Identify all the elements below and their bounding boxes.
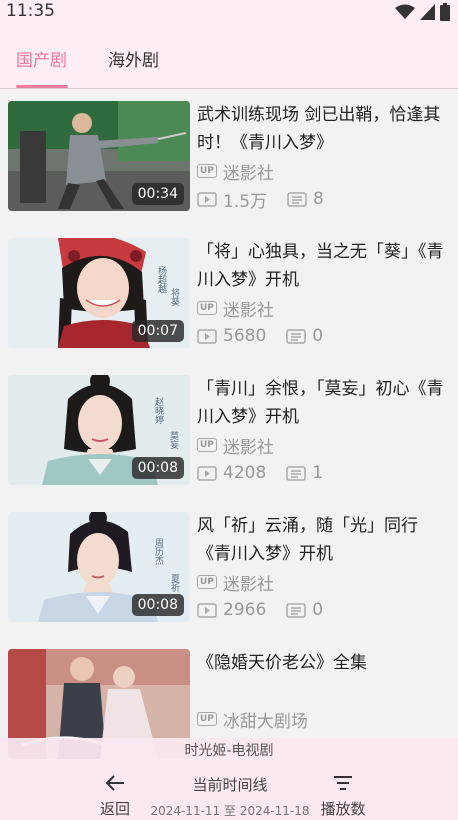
up-badge-icon: UP <box>197 575 217 589</box>
view-count: 1.5万 <box>223 191 268 212</box>
video-title[interactable]: 风「祈」云涌，随「光」同行《青川入梦》开机 <box>197 512 449 568</box>
svg-text:将葵: 将葵 <box>169 288 180 307</box>
stats-row: 5680 0 <box>197 324 323 348</box>
signal-icon <box>420 4 435 20</box>
view-count: 4208 <box>223 463 267 483</box>
uploader-name[interactable]: 迷影社 <box>223 433 274 458</box>
comment-icon <box>287 191 307 207</box>
timeline-label: 当前时间线 <box>192 776 268 794</box>
svg-text:莫妄: 莫妄 <box>168 430 179 450</box>
play-count-icon <box>197 328 217 344</box>
up-badge-icon: UP <box>197 301 217 315</box>
video-card[interactable]: 赵晓婷 莫妄 00:08 「青川」余恨，「莫妄」初心《青川入梦》开机 UP 迷影… <box>0 375 458 487</box>
video-duration: 00:08 <box>131 594 184 616</box>
uploader-row: UP 冰甜大剧场 <box>197 707 308 732</box>
tab-indicator <box>16 85 68 88</box>
sort-filter-icon <box>334 776 352 790</box>
timeline-range: 2024-11-11 至 2024-11-18 <box>150 804 310 818</box>
video-duration: 00:08 <box>131 457 184 479</box>
comment-count: 0 <box>312 326 324 346</box>
comment-count: 1 <box>312 463 324 483</box>
video-card[interactable]: 00:34 武术训练现场 剑已出鞘，恰逢其时！《青川入梦》 UP 迷影社 1.5… <box>0 101 458 213</box>
bottom-title: 时光姬-电视剧 <box>184 743 274 759</box>
video-thumbnail[interactable]: 杨超越 将葵 00:07 <box>8 238 190 348</box>
uploader-row: UP 迷影社 <box>197 570 274 595</box>
up-badge-icon: UP <box>197 164 217 178</box>
status-time: 11:35 <box>6 1 55 21</box>
sort-label: 播放数 <box>320 800 366 818</box>
arrow-left-icon <box>105 775 124 791</box>
svg-text:杨超越: 杨超越 <box>156 265 167 293</box>
wifi-icon <box>395 4 415 19</box>
status-icons <box>395 3 450 21</box>
video-title[interactable]: 「将」心独具，当之无「葵」《青川入梦》开机 <box>197 238 449 294</box>
svg-text:夏祈: 夏祈 <box>169 574 180 593</box>
back-label: 返回 <box>99 800 130 818</box>
video-card[interactable]: 杨超越 将葵 00:07 「将」心独具，当之无「葵」《青川入梦》开机 UP 迷影… <box>0 238 458 350</box>
tab-bar: 国产剧 海外剧 <box>0 26 458 89</box>
up-badge-icon: UP <box>197 438 217 452</box>
tab-domestic[interactable]: 国产剧 <box>16 46 67 71</box>
comment-count: 0 <box>312 600 324 620</box>
svg-text:赵晓婷: 赵晓婷 <box>153 396 164 424</box>
uploader-row: UP 迷影社 <box>197 296 274 321</box>
video-title[interactable]: 《隐婚天价老公》全集 <box>197 649 449 677</box>
stats-row: 4208 1 <box>197 461 323 485</box>
video-card[interactable]: 周历杰 夏祈 00:08 风「祈」云涌，随「光」同行《青川入梦》开机 UP 迷影… <box>0 512 458 624</box>
comment-icon <box>286 465 307 481</box>
back-button[interactable]: 返回 <box>92 774 138 819</box>
stats-row: 2966 0 <box>197 598 323 622</box>
video-duration: 00:07 <box>131 320 184 342</box>
stats-row: 1.5万 8 <box>197 187 324 212</box>
play-count-icon <box>197 465 217 481</box>
uploader-name[interactable]: 冰甜大剧场 <box>223 707 308 732</box>
uploader-name[interactable]: 迷影社 <box>223 159 274 184</box>
up-badge-icon: UP <box>197 712 217 726</box>
tab-overseas[interactable]: 海外剧 <box>108 46 159 71</box>
status-bar: 11:35 <box>0 0 458 26</box>
comment-count: 8 <box>313 189 324 209</box>
play-count-icon <box>197 191 217 207</box>
comment-icon <box>286 328 307 344</box>
battery-icon <box>440 3 450 21</box>
video-thumbnail[interactable]: 周历杰 夏祈 00:08 <box>8 512 190 622</box>
video-duration: 00:34 <box>131 183 184 205</box>
svg-text:周历杰: 周历杰 <box>153 538 164 566</box>
video-thumbnail[interactable]: 赵晓婷 莫妄 00:08 <box>8 375 190 485</box>
play-count-icon <box>197 602 217 618</box>
video-thumbnail[interactable]: 00:34 <box>8 101 190 211</box>
view-count: 5680 <box>223 326 267 346</box>
bottom-bar: 时光姬-电视剧 返回 当前时间线 2024-11-11 至 2024-11-18… <box>0 738 458 820</box>
timeline-selector[interactable]: 当前时间线 2024-11-11 至 2024-11-18 <box>150 774 310 819</box>
view-count: 2966 <box>223 600 267 620</box>
uploader-name[interactable]: 迷影社 <box>223 296 274 321</box>
video-title[interactable]: 「青川」余恨，「莫妄」初心《青川入梦》开机 <box>197 375 449 431</box>
uploader-name[interactable]: 迷影社 <box>223 570 274 595</box>
uploader-row: UP 迷影社 <box>197 159 274 184</box>
uploader-row: UP 迷影社 <box>197 433 274 458</box>
comment-icon <box>286 602 307 618</box>
sort-button[interactable]: 播放数 <box>316 774 370 819</box>
video-title[interactable]: 武术训练现场 剑已出鞘，恰逢其时！《青川入梦》 <box>197 101 449 157</box>
